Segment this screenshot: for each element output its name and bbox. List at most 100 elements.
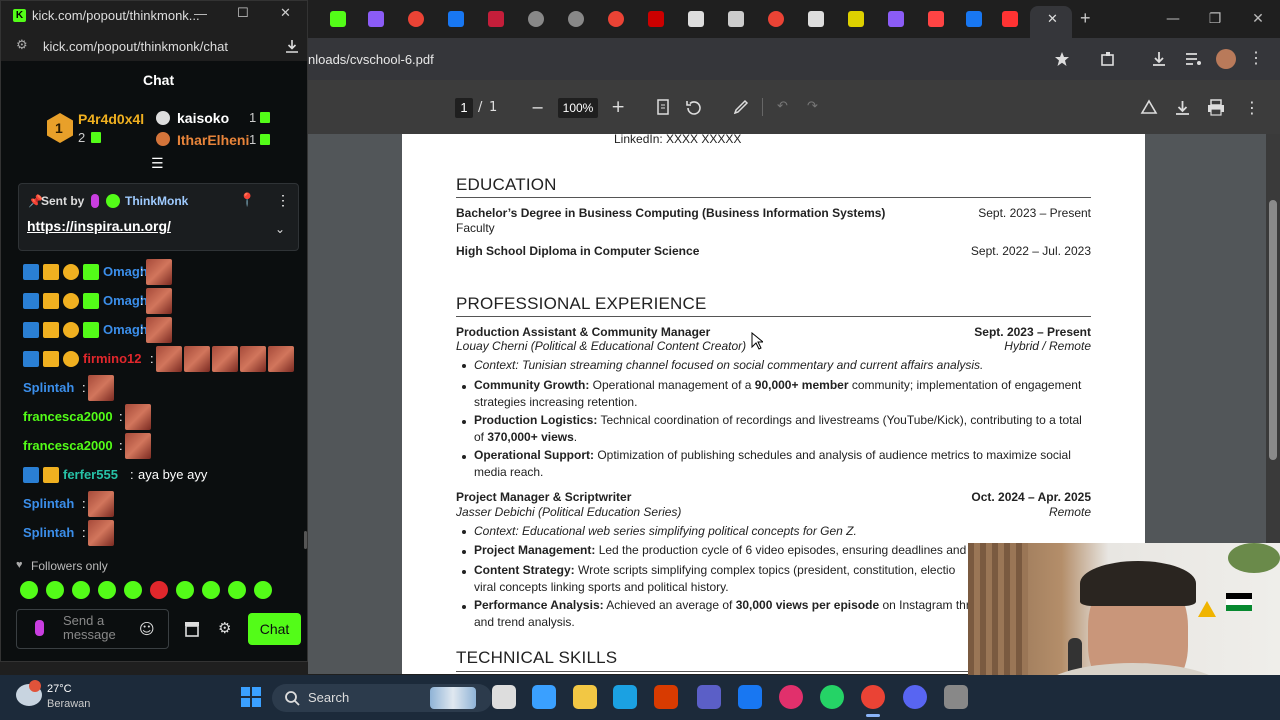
chat-emote[interactable] [184, 346, 210, 372]
quick-emote-button[interactable] [46, 581, 64, 599]
leader-3-name[interactable]: ItharElheni [177, 132, 249, 148]
taskbar-app-icon[interactable] [903, 685, 927, 709]
unpin-icon[interactable]: 📍 [239, 192, 255, 208]
browser-menu-icon[interactable]: ⋮ [1248, 48, 1264, 68]
quick-emote-button[interactable] [72, 581, 90, 599]
site-settings-icon[interactable]: ⚙ [16, 38, 28, 53]
chat-username[interactable]: ferfer555 [63, 467, 118, 482]
pinned-author[interactable]: ThinkMonk [125, 194, 188, 208]
active-tab[interactable]: ✕ [1030, 6, 1072, 38]
chat-scrollbar[interactable] [304, 531, 307, 549]
restore-window-button[interactable]: ❐ [1200, 8, 1230, 30]
tab-favicon[interactable] [608, 11, 624, 27]
chat-message[interactable]: Omagh: [23, 288, 303, 314]
chat-close-button[interactable]: ✕ [280, 6, 291, 21]
tab-favicon[interactable] [488, 11, 504, 27]
quick-emote-button[interactable] [20, 581, 38, 599]
chat-emote[interactable] [146, 317, 172, 343]
chat-message[interactable]: francesca2000: [23, 433, 303, 459]
chat-message[interactable]: firmino12: [23, 346, 303, 372]
taskbar-app-icon[interactable] [861, 685, 885, 709]
chat-emote[interactable] [125, 433, 151, 459]
chat-input-placeholder[interactable]: Send a message [63, 614, 133, 642]
tab-favicon[interactable] [928, 11, 944, 27]
leader-1-name[interactable]: P4r4d0x4l [78, 111, 144, 127]
taskbar-app-icon[interactable] [779, 685, 803, 709]
tab-favicon[interactable] [1002, 11, 1018, 27]
tab-favicon[interactable] [408, 11, 424, 27]
extensions-icon[interactable] [1099, 50, 1117, 68]
chat-emote[interactable] [156, 346, 182, 372]
quick-emote-button[interactable] [228, 581, 246, 599]
emoji-picker-icon[interactable]: ☺ [139, 620, 155, 638]
chat-emote[interactable] [268, 346, 294, 372]
taskbar-app-icon[interactable] [944, 685, 968, 709]
chat-settings-icon[interactable]: ⚙ [218, 619, 231, 637]
taskbar-app-icon[interactable] [532, 685, 556, 709]
windows-start-icon[interactable] [240, 686, 262, 708]
store-icon[interactable] [183, 620, 201, 637]
quick-emote-button[interactable] [150, 581, 168, 599]
downloads-icon[interactable] [1150, 50, 1168, 68]
chat-emote[interactable] [88, 375, 114, 401]
chat-send-button[interactable]: Chat [248, 613, 301, 645]
taskbar-app-icon[interactable] [820, 685, 844, 709]
media-controls-icon[interactable] [1184, 50, 1202, 68]
new-tab-button[interactable]: + [1080, 8, 1091, 29]
chat-username[interactable]: Splintah [23, 496, 74, 511]
chat-emote[interactable] [212, 346, 238, 372]
tab-favicon[interactable] [528, 11, 544, 27]
tab-favicon[interactable] [768, 11, 784, 27]
quick-emote-button[interactable] [124, 581, 142, 599]
pdf-scroll-thumb[interactable] [1269, 200, 1277, 460]
tab-favicon[interactable] [568, 11, 584, 27]
taskbar-search-box[interactable]: Search [272, 684, 492, 712]
pinned-more-icon[interactable]: ⋮ [276, 192, 290, 209]
address-url-text[interactable]: nloads/cvschool-6.pdf [308, 52, 434, 67]
tab-favicon[interactable] [330, 11, 346, 27]
fit-page-icon[interactable] [655, 99, 671, 115]
tab-favicon[interactable] [848, 11, 864, 27]
close-tab-icon[interactable]: ✕ [1047, 12, 1058, 27]
tab-favicon[interactable] [728, 11, 744, 27]
chat-url-text[interactable]: kick.com/popout/thinkmonk/chat [43, 39, 228, 54]
chat-message[interactable]: francesca2000: [23, 404, 303, 430]
undo-icon[interactable]: ↶ [777, 99, 788, 114]
chat-maximize-button[interactable]: ☐ [237, 6, 249, 21]
chat-emote[interactable] [240, 346, 266, 372]
chat-emote[interactable] [88, 491, 114, 517]
chat-message[interactable]: Omagh: [23, 317, 303, 343]
pdf-more-icon[interactable]: ⋮ [1244, 98, 1260, 117]
chat-emote[interactable] [146, 288, 172, 314]
chat-minimize-button[interactable]: — [194, 6, 207, 21]
page-number-input[interactable]: 1 [455, 98, 473, 118]
profile-avatar[interactable] [1216, 49, 1236, 69]
chat-message[interactable]: Splintah: [23, 491, 303, 517]
chat-message[interactable]: Splintah: [23, 520, 303, 546]
chat-emote[interactable] [88, 520, 114, 546]
bookmark-star-icon[interactable] [1054, 51, 1070, 67]
tab-favicon[interactable] [888, 11, 904, 27]
chat-emote[interactable] [125, 404, 151, 430]
annotate-pen-icon[interactable] [733, 99, 749, 115]
chat-username[interactable]: Splintah [23, 525, 74, 540]
taskbar-app-icon[interactable] [738, 685, 762, 709]
pinned-link[interactable]: https://inspira.un.org/ [27, 218, 171, 234]
taskbar-app-icon[interactable] [492, 685, 516, 709]
chat-username[interactable]: firmino12 [83, 351, 142, 366]
rotate-icon[interactable] [685, 99, 702, 116]
print-icon[interactable] [1207, 99, 1225, 116]
redo-icon[interactable]: ↷ [807, 99, 818, 114]
drive-save-icon[interactable] [1140, 99, 1158, 117]
quick-emote-button[interactable] [176, 581, 194, 599]
zoom-out-button[interactable]: − [531, 98, 544, 117]
chat-username[interactable]: Splintah [23, 380, 74, 395]
pinned-message-card[interactable]: 📌 Sent by ThinkMonk 📍 ⋮ https://inspira.… [18, 183, 299, 251]
tab-favicon[interactable] [648, 11, 664, 27]
taskbar-app-icon[interactable] [613, 685, 637, 709]
tab-favicon[interactable] [808, 11, 824, 27]
tab-favicon[interactable] [448, 11, 464, 27]
taskbar-app-icon[interactable] [654, 685, 678, 709]
chat-input-box[interactable]: Send a message ☺ [16, 609, 169, 649]
chat-username[interactable]: francesca2000 [23, 438, 113, 453]
